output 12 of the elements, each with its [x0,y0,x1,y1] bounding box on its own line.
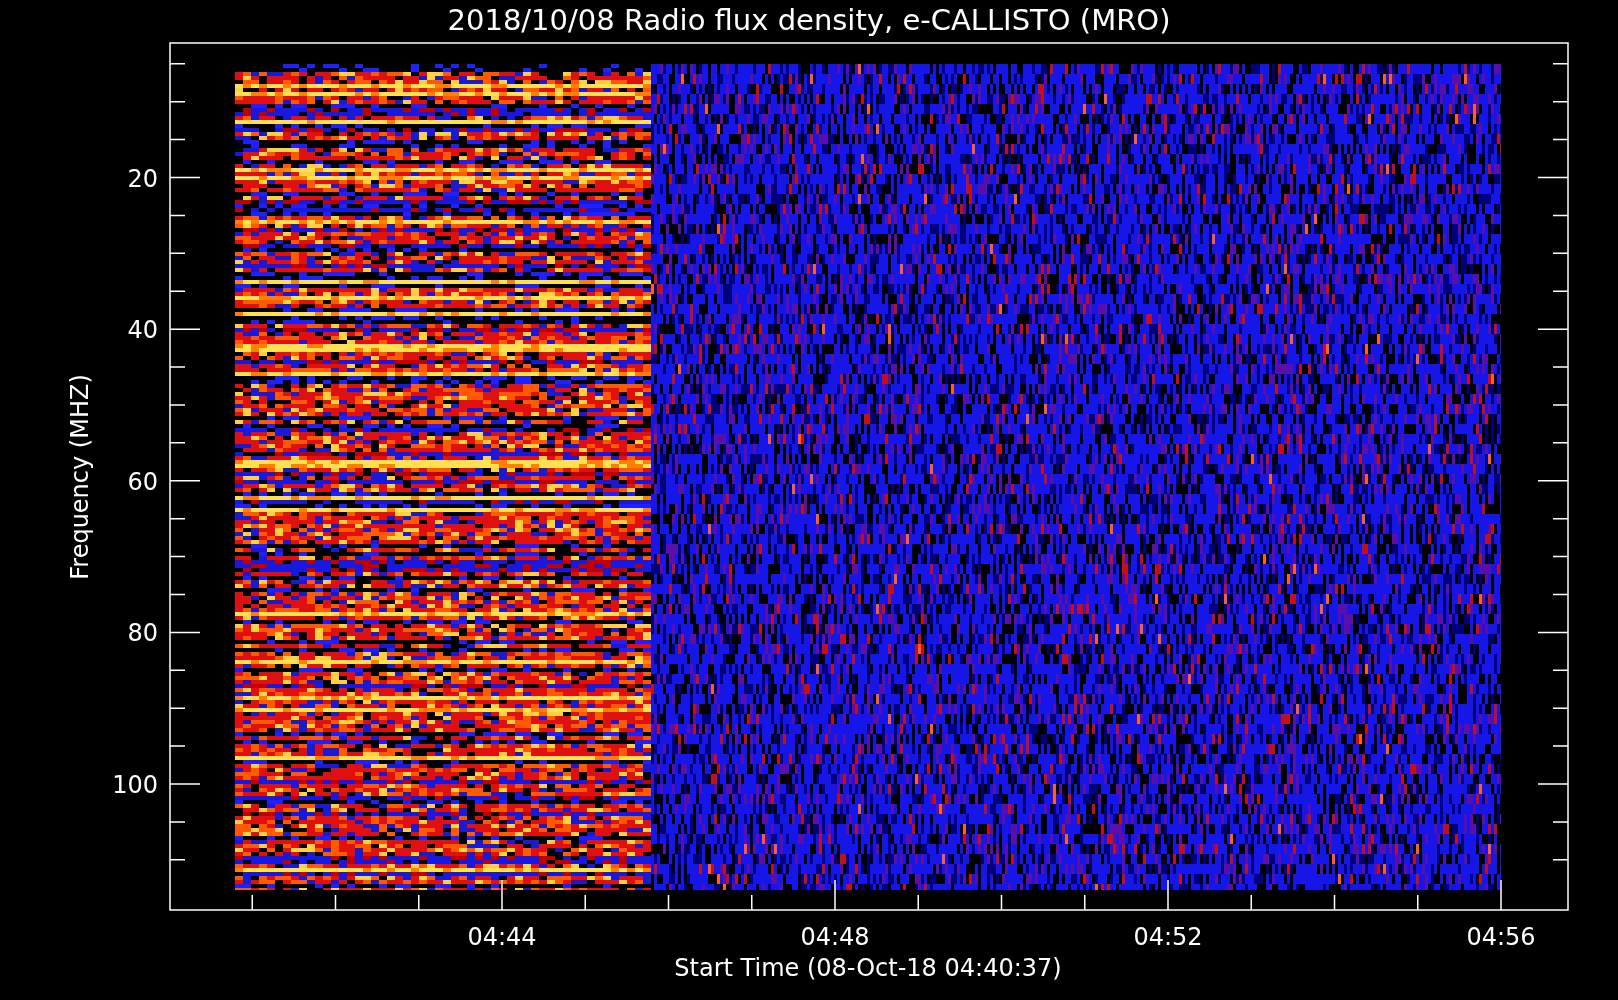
x-tick-label: 04:52 [1133,923,1203,951]
y-tick-label: 80 [127,619,158,648]
x-tick-label: 04:48 [800,923,870,951]
x-axis-title: Start Time (08-Oct-18 04:40:37) [674,954,1062,982]
x-tick-label: 04:56 [1466,923,1536,951]
y-tick-label: 40 [127,316,158,345]
chart-title: 2018/10/08 Radio flux density, e-CALLISTO (MRO) [447,3,1171,37]
y-tick-label: 60 [127,467,158,496]
y-tick-label: 100 [112,771,158,799]
x-tick-label: 04:44 [467,923,537,951]
y-tick-label: 20 [127,164,158,193]
y-axis-title: Frequency (MHZ) [66,374,94,580]
